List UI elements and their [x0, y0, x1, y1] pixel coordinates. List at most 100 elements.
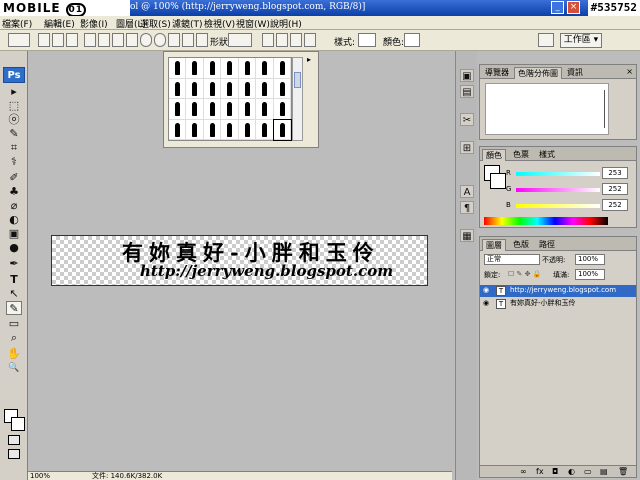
adjustment-layer-icon[interactable]: ◐ — [568, 467, 575, 476]
dock-navigator-icon[interactable]: ▣ — [460, 69, 474, 82]
crop-tool-icon[interactable]: ⌗ — [6, 141, 22, 155]
palette-well-button[interactable] — [538, 33, 554, 47]
zoom-level[interactable]: 100% — [30, 472, 50, 480]
dock-character-icon[interactable]: A — [460, 185, 474, 198]
geometry-options-button[interactable] — [196, 33, 208, 47]
picker-scrollbar[interactable] — [292, 57, 303, 141]
shape-cell[interactable] — [186, 58, 204, 79]
history-brush-icon[interactable]: ◐ — [6, 213, 22, 227]
tool-preset-picker[interactable] — [8, 33, 30, 47]
tab-color[interactable]: 顏色 — [482, 149, 506, 161]
channel-b-value[interactable]: 252 — [602, 199, 628, 211]
shape-cell[interactable] — [186, 119, 204, 140]
polygon-tool-button[interactable] — [154, 33, 166, 47]
tab-paths[interactable]: 路徑 — [536, 239, 558, 251]
shape-layers-button[interactable] — [38, 33, 50, 47]
trash-icon[interactable]: 🗑 — [618, 467, 628, 476]
new-group-icon[interactable]: ▭ — [584, 467, 592, 476]
shape-cell[interactable] — [256, 78, 274, 99]
new-layer-icon[interactable]: ▤ — [600, 467, 608, 476]
dodge-tool-icon[interactable]: ✒ — [6, 257, 22, 271]
layer-row-title[interactable]: ◉ T 有妳真好-小胖和玉伶 — [480, 298, 636, 310]
clone-stamp-icon[interactable]: ⌀ — [6, 199, 22, 213]
tab-navigator[interactable]: 導覽器 — [482, 67, 512, 79]
link-layers-icon[interactable]: ∞ — [520, 467, 527, 476]
menu-view[interactable]: 檢視(V) — [204, 17, 235, 30]
tab-swatches[interactable]: 色票 — [510, 149, 532, 161]
dock-info-icon[interactable]: ▤ — [460, 85, 474, 98]
ellipse-tool-button[interactable] — [140, 33, 152, 47]
shape-cell[interactable] — [203, 99, 222, 120]
shape-cell[interactable] — [221, 99, 239, 120]
shape-cell[interactable] — [169, 58, 187, 79]
background-color-swatch[interactable] — [11, 417, 25, 431]
freeform-pen-button[interactable] — [98, 33, 110, 47]
hand-tool-icon[interactable]: ✋ — [6, 347, 22, 361]
shape-cell[interactable] — [169, 78, 187, 99]
shape-cell[interactable] — [169, 99, 187, 120]
picker-scroll-thumb[interactable] — [294, 72, 301, 88]
shape-cell[interactable] — [203, 78, 222, 99]
shape-cell[interactable] — [169, 119, 187, 140]
shape-cell[interactable] — [256, 58, 274, 79]
fill-pixels-button[interactable] — [66, 33, 78, 47]
pen-tool-button[interactable] — [84, 33, 96, 47]
visibility-eye-icon[interactable]: ◉ — [483, 285, 493, 296]
shape-cell[interactable] — [273, 99, 291, 120]
dock-brushes-icon[interactable]: ⊞ — [460, 141, 474, 154]
channel-g-value[interactable]: 252 — [602, 183, 628, 195]
screen-mode-button[interactable] — [8, 449, 20, 459]
shape-cell[interactable] — [256, 119, 274, 140]
exclude-button[interactable] — [304, 33, 316, 47]
shape-cell[interactable] — [256, 99, 274, 120]
menu-image[interactable]: 影像(I) — [80, 17, 108, 30]
zoom-tool-icon[interactable]: 🔍 — [6, 361, 22, 375]
tab-styles[interactable]: 樣式 — [536, 149, 558, 161]
marquee-tool-icon[interactable]: ⬚ — [6, 99, 22, 113]
dock-tool-presets-icon[interactable]: ✂ — [460, 113, 474, 126]
layer-style-icon[interactable]: fx — [536, 467, 544, 476]
tab-histogram[interactable]: 色階分佈圖 — [514, 67, 562, 79]
eraser-tool-icon[interactable]: ▣ — [6, 227, 22, 241]
channel-b-slider[interactable] — [516, 204, 600, 208]
quick-mask-button[interactable] — [8, 435, 20, 445]
tab-info[interactable]: 資訊 — [564, 67, 586, 79]
shape-cell[interactable] — [238, 119, 257, 140]
photoshop-logo[interactable]: Ps — [3, 67, 25, 83]
menu-select[interactable]: 選取(S) — [140, 17, 171, 30]
layer-mask-icon[interactable]: ◘ — [552, 467, 558, 476]
shape-cell[interactable] — [273, 78, 291, 99]
channel-g-slider[interactable] — [516, 188, 600, 192]
lock-icons[interactable]: ☐ ✎ ✥ 🔒 — [508, 270, 541, 278]
menu-help[interactable]: 說明(H) — [270, 17, 302, 30]
document-canvas[interactable]: 有妳真好-小胖和玉伶 http://jerryweng.blogspot.com — [51, 235, 428, 286]
channel-r-slider[interactable] — [516, 172, 600, 176]
visibility-eye-icon[interactable]: ◉ — [483, 298, 493, 309]
picker-menu-arrow-icon[interactable]: ▸ — [307, 55, 311, 64]
shape-cell[interactable] — [221, 58, 239, 79]
type-tool-icon[interactable]: T — [6, 273, 22, 287]
shape-cell[interactable] — [203, 58, 222, 79]
shape-cell[interactable] — [238, 58, 257, 79]
dock-paragraph-icon[interactable]: ¶ — [460, 201, 474, 214]
shape-cell[interactable] — [273, 58, 291, 79]
tab-layers[interactable]: 圖層 — [482, 239, 506, 251]
panel-close-icon[interactable]: × — [626, 67, 633, 76]
opacity-input[interactable]: 100% — [575, 254, 605, 265]
shape-cell[interactable] — [238, 78, 257, 99]
shape-cell-selected[interactable] — [272, 118, 293, 141]
slice-tool-icon[interactable]: ⚕ — [6, 155, 22, 169]
eyedropper-icon[interactable]: ⌕ — [6, 331, 22, 345]
rectangle-tool-button[interactable] — [112, 33, 124, 47]
brush-tool-icon[interactable]: ♣ — [6, 185, 22, 199]
blend-mode-select[interactable]: 正常 — [484, 254, 540, 265]
channel-r-value[interactable]: 253 — [602, 167, 628, 179]
menu-file[interactable]: 檔案(F) — [2, 17, 32, 30]
workspace-menu[interactable]: 工作區 ▾ — [560, 33, 602, 48]
rounded-rectangle-button[interactable] — [126, 33, 138, 47]
layer-row-url[interactable]: ◉ T http://jerryweng.blogspot.com — [480, 285, 636, 297]
gradient-tool-icon[interactable]: ● — [6, 241, 22, 255]
close-button[interactable]: × — [567, 1, 580, 14]
menu-edit[interactable]: 編輯(E) — [44, 17, 75, 30]
menu-filter[interactable]: 濾鏡(T) — [172, 17, 203, 30]
